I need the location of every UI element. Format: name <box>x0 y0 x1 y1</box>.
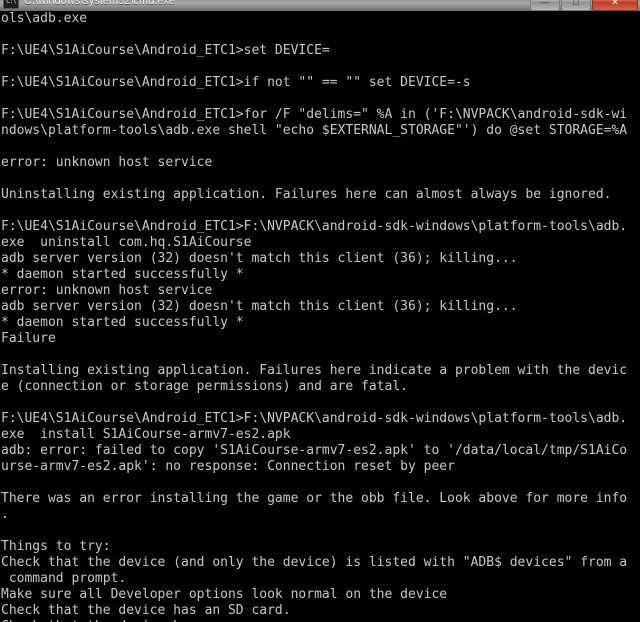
console-line: Uninstalling existing application. Failu… <box>1 187 612 202</box>
close-icon: ✕ <box>611 0 619 7</box>
cmd-window: C:\ C:\windows\system32\cmd.exe — □ ✕ ol… <box>0 0 640 622</box>
console-line: There was an error installing the game o… <box>1 491 628 506</box>
window-title-bar[interactable]: C:\ C:\windows\system32\cmd.exe — □ ✕ <box>0 0 640 11</box>
console-line: error: unknown host service <box>1 283 213 298</box>
console-line: Things to try: <box>1 539 111 554</box>
maximize-icon: □ <box>573 0 579 7</box>
console-line: Make sure all Developer options look nor… <box>1 587 448 602</box>
minimize-button[interactable]: — <box>530 0 560 11</box>
close-button[interactable]: ✕ <box>592 0 638 11</box>
console-line: adb: error: failed to copy 'S1AiCourse-a… <box>1 443 628 458</box>
minimize-icon: — <box>540 0 550 7</box>
console-line: F:\UE4\S1AiCourse\Android_ETC1>for /F "d… <box>1 107 628 122</box>
console-line: Check that the device (and only the devi… <box>1 555 628 570</box>
console-line: error: unknown host service <box>1 155 213 170</box>
console-line: exe uninstall com.hq.S1AiCourse <box>1 235 252 250</box>
window-title: C:\windows\system32\cmd.exe <box>24 0 175 7</box>
console-line: command prompt. <box>1 571 127 586</box>
console-line: F:\UE4\S1AiCourse\Android_ETC1>F:\NVPACK… <box>1 219 628 234</box>
console-line: ndows\platform-tools\adb.exe shell "echo… <box>1 123 628 138</box>
console-output-area[interactable]: ols\adb.exe F:\UE4\S1AiCourse\Android_ET… <box>0 11 640 622</box>
console-line: exe install S1AiCourse-armv7-es2.apk <box>1 427 291 442</box>
console-line: adb server version (32) doesn't match th… <box>1 251 518 266</box>
console-line: Installing existing application. Failure… <box>1 363 628 378</box>
console-line: ols\adb.exe <box>1 11 88 26</box>
window-controls: — □ ✕ <box>530 0 638 11</box>
console-line: urse-armv7-es2.apk': no response: Connec… <box>1 459 455 474</box>
console-line: F:\UE4\S1AiCourse\Android_ETC1>set DEVIC… <box>1 43 330 58</box>
maximize-button[interactable]: □ <box>561 0 591 11</box>
console-line: Check that the device has an SD card. <box>1 603 291 618</box>
console-line: F:\UE4\S1AiCourse\Android_ETC1>if not ""… <box>1 75 471 90</box>
console-line: adb server version (32) doesn't match th… <box>1 299 518 314</box>
cmd-app-icon: C:\ <box>3 0 19 9</box>
console-line: . <box>1 507 9 522</box>
console-line: Failure <box>1 331 56 346</box>
console-line: F:\UE4\S1AiCourse\Android_ETC1>F:\NVPACK… <box>1 411 628 426</box>
console-line: e (connection or storage permissions) an… <box>1 379 408 394</box>
console-line: * daemon started successfully * <box>1 315 244 330</box>
console-line: * daemon started successfully * <box>1 267 244 282</box>
